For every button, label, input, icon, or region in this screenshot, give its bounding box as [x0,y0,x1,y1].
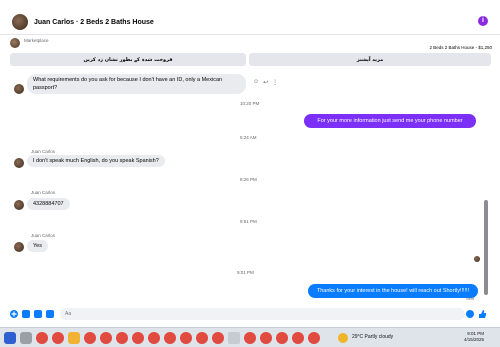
avatar[interactable] [14,158,24,168]
start-icon[interactable] [4,332,16,344]
marketplace-label: Marketplace [24,38,49,43]
timestamp: 5:24 AM [240,135,257,140]
chrome-icon[interactable] [260,332,272,344]
listing-thumbnail[interactable] [10,38,20,48]
scrollbar-thumb[interactable] [484,200,488,295]
mark-as-sold-button[interactable]: فروخت شدہ کے بطور نشان زد کریں [10,53,246,66]
like-icon[interactable] [478,310,486,318]
message-actions: ☺ ↩ ⋮ [253,79,278,86]
message-bubble-incoming[interactable]: What requirements do you ask for because… [27,74,246,94]
chrome-icon[interactable] [244,332,256,344]
message-bubble-incoming[interactable]: I don't speak much English, do you speak… [27,155,165,167]
avatar[interactable] [14,242,24,252]
taskbar: 29°C Partly cloudy 9:01 PM 4/15/2025 [0,327,500,347]
files-icon[interactable] [68,332,80,344]
chrome-icon-active[interactable] [228,332,240,344]
avatar[interactable] [14,84,24,94]
composer [0,305,500,325]
sender-name: Juan Carlos [31,190,56,195]
chrome-icon[interactable] [52,332,64,344]
clock[interactable]: 9:01 PM 4/15/2025 [464,331,484,343]
more-icon[interactable]: ⋮ [272,79,278,86]
sender-name: Juan Carlos [31,149,56,154]
chrome-icon[interactable] [292,332,304,344]
chrome-icon[interactable] [164,332,176,344]
sent-status: Sent [466,296,475,301]
chrome-icon[interactable] [212,332,224,344]
weather-icon[interactable] [338,333,348,343]
chrome-icon[interactable] [148,332,160,344]
chrome-icon[interactable] [116,332,128,344]
message-bubble-outgoing[interactable]: For your more information just send me y… [304,114,476,128]
avatar[interactable] [12,14,28,30]
header-divider [0,34,500,35]
message-bubble-incoming[interactable]: Yes [27,240,48,252]
timestamp: 9:51 PM [240,219,257,224]
info-icon[interactable]: i [478,16,488,26]
chrome-icon[interactable] [132,332,144,344]
listing-title[interactable]: 2 Beds 2 Baths House - $1,250 [429,45,492,50]
timestamp: 10:20 PM [240,101,260,106]
react-icon[interactable]: ☺ [253,79,259,86]
photo-icon[interactable] [22,310,30,318]
gif-icon[interactable] [46,310,54,318]
chrome-icon[interactable] [36,332,48,344]
clock-date: 4/15/2025 [463,337,484,342]
chrome-icon[interactable] [276,332,288,344]
timestamp: 9:01 PM [237,270,254,275]
chrome-icon[interactable] [84,332,96,344]
more-options-button[interactable]: مزید آپشنز [249,53,491,66]
chrome-icon[interactable] [308,332,320,344]
sticker-icon[interactable] [34,310,42,318]
message-input[interactable] [60,308,465,320]
message-bubble-outgoing[interactable]: Thanks for your interest in the house! w… [308,284,478,298]
timestamp: 8:26 PM [240,177,257,182]
search-icon[interactable] [20,332,32,344]
chrome-icon[interactable] [100,332,112,344]
chat-title[interactable]: Juan Carlos · 2 Beds 2 Baths House [34,19,154,26]
chrome-icon[interactable] [196,332,208,344]
message-bubble-incoming[interactable]: 4328884707 [27,198,70,210]
avatar[interactable] [14,200,24,210]
emoji-icon[interactable] [466,310,474,318]
sender-name: Juan Carlos [31,233,56,238]
reply-icon[interactable]: ↩ [263,79,268,86]
chrome-icon[interactable] [180,332,192,344]
seen-avatar [474,256,480,262]
plus-icon[interactable] [10,310,18,318]
chat-header: Juan Carlos · 2 Beds 2 Baths House i [0,10,500,34]
weather-text[interactable]: 29°C Partly cloudy [352,334,393,340]
